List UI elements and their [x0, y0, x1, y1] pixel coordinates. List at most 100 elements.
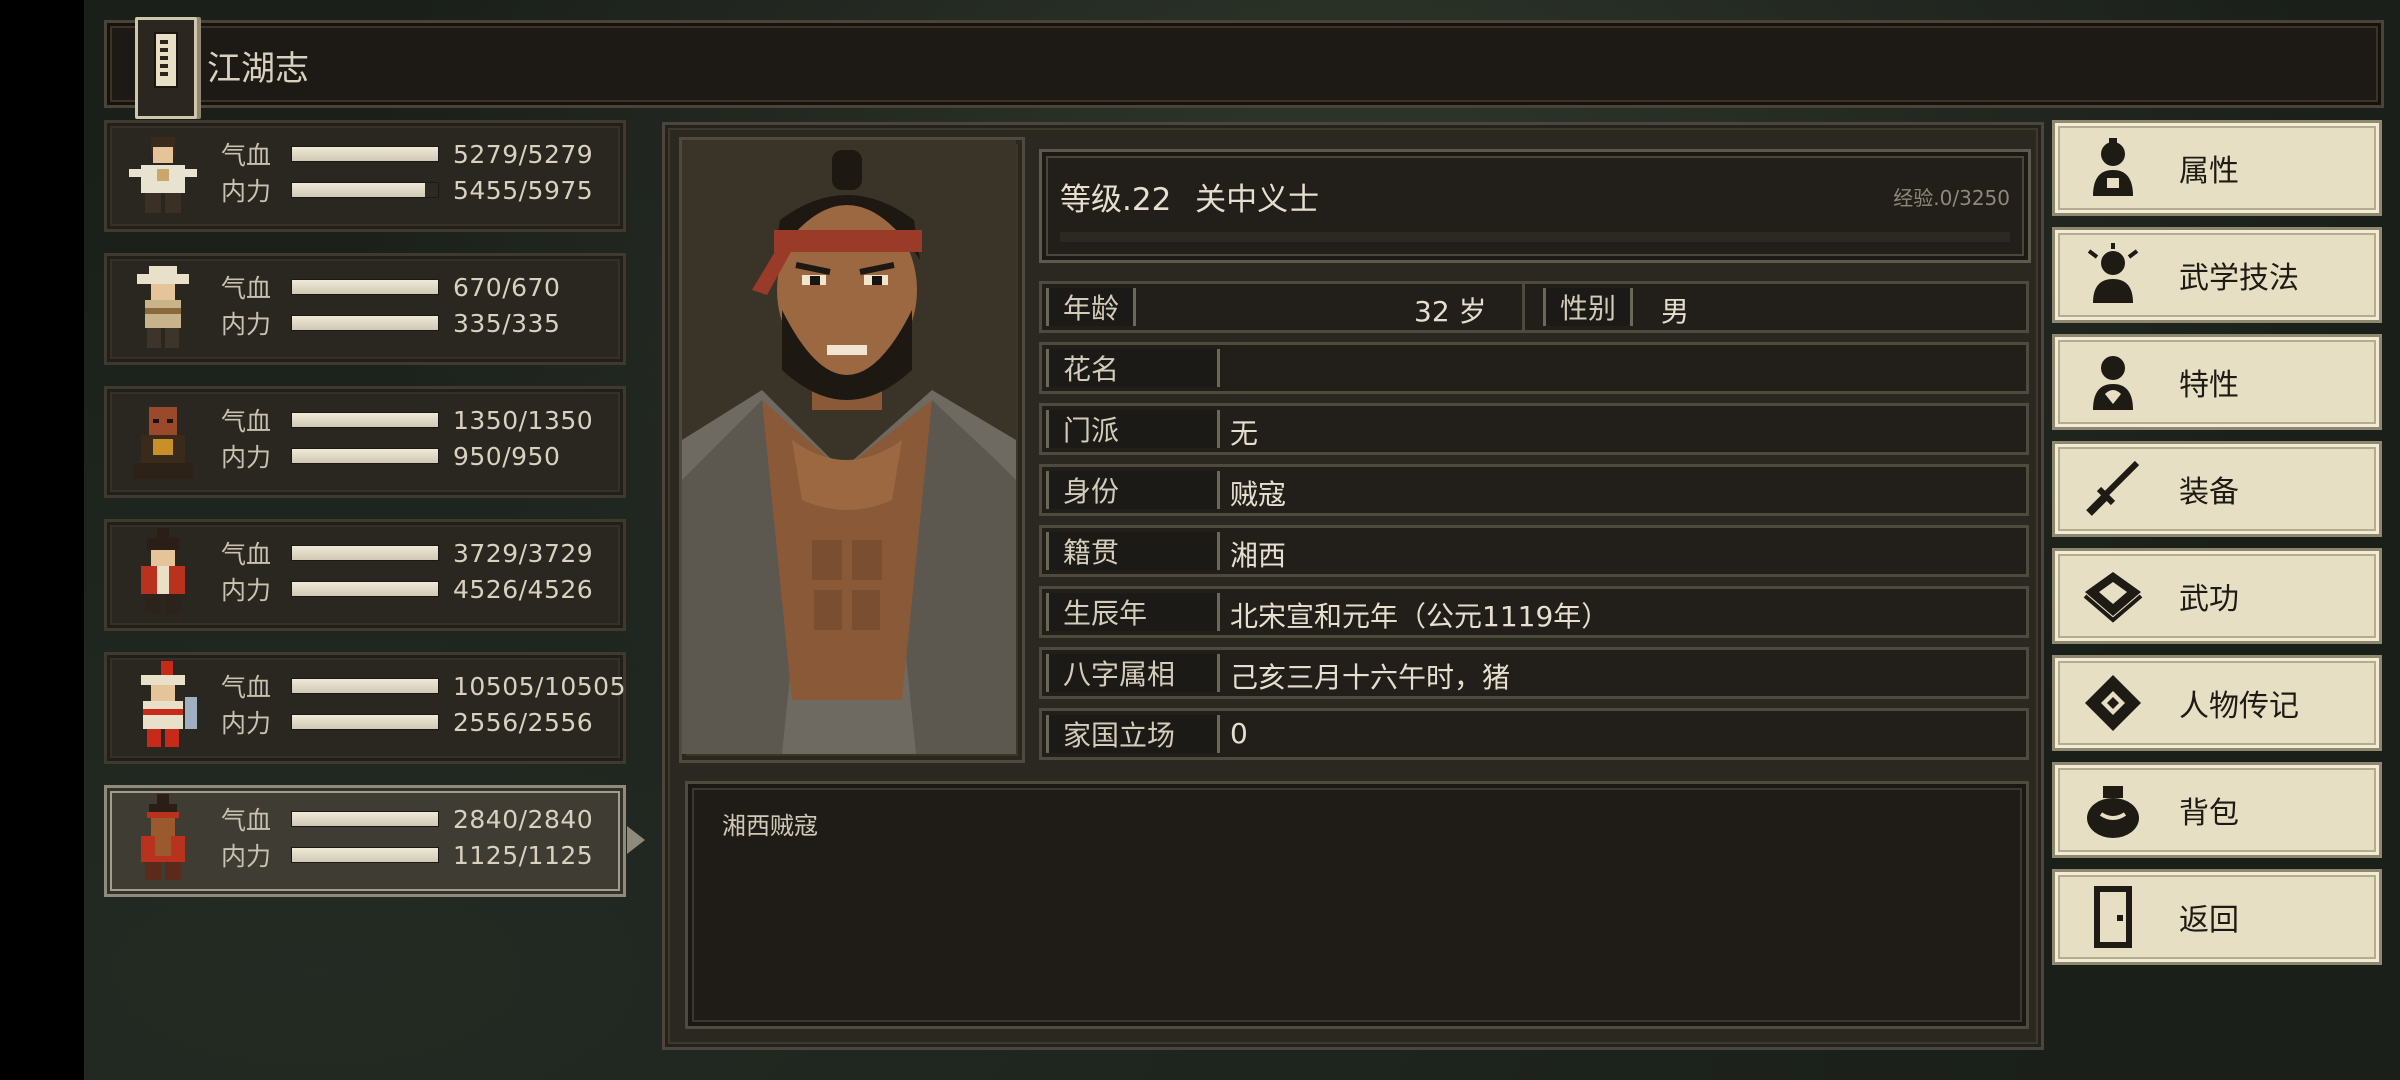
exp-value: 经验.0/3250 [1893, 186, 2010, 210]
level-box: 等级.22 关中义士 经验.0/3250 [1039, 149, 2031, 263]
hp-bar [291, 678, 439, 694]
traits-button[interactable]: 特性 [2052, 334, 2382, 430]
party-member[interactable]: 气血 10505/10505 内力 2556/2556 [104, 652, 626, 764]
party-member-selected[interactable]: 气血 2840/2840 内力 1125/1125 [104, 785, 645, 897]
hp-value: 670/670 [453, 272, 561, 302]
official-sprite [141, 528, 185, 614]
description-text: 湘西贼寇 [722, 812, 818, 840]
mp-value: 5455/5975 [453, 175, 594, 205]
nickname-row: 花名 [1039, 342, 2029, 394]
martial-skills-button[interactable]: 武学技法 [2052, 227, 2382, 323]
party-list: 气血 5279/5279 内力 5455/5975 气血 670/670 内力 [104, 120, 645, 918]
hp-value: 5279/5279 [453, 139, 594, 169]
martial-skills-label: 武学技法 [2179, 261, 2299, 296]
back-label: 返回 [2179, 903, 2239, 938]
bazi-label: 八字属相 [1046, 654, 1220, 692]
identity-value: 贼寇 [1230, 478, 1287, 511]
mp-label: 内力 [221, 842, 272, 871]
attributes-button[interactable]: 属性 [2052, 120, 2382, 216]
biography-scroll-icon [2085, 675, 2141, 731]
exp-bar [1060, 232, 2010, 242]
back-button[interactable]: 返回 [2052, 869, 2382, 965]
hp-value: 1350/1350 [453, 405, 594, 435]
equipment-label: 装备 [2179, 475, 2239, 510]
bag-button[interactable]: 背包 [2052, 762, 2382, 858]
birth-label: 生辰年 [1046, 593, 1220, 631]
mp-value: 335/335 [453, 308, 561, 338]
equipment-button[interactable]: 装备 [2052, 441, 2382, 537]
mp-bar [291, 847, 439, 863]
skills-person-icon [2087, 243, 2139, 303]
hp-bar [291, 811, 439, 827]
book-icon [135, 17, 197, 119]
martial-arts-button[interactable]: 武功 [2052, 548, 2382, 644]
traits-label: 特性 [2179, 368, 2239, 403]
sect-value: 无 [1230, 417, 1259, 450]
martial-book-icon [2083, 572, 2143, 623]
party-member[interactable]: 气血 1350/1350 内力 950/950 [104, 386, 626, 498]
origin-label: 籍贯 [1046, 532, 1220, 570]
age-label: 年龄 [1046, 288, 1137, 326]
hp-value: 2840/2840 [453, 804, 594, 834]
gender-label: 性别 [1543, 288, 1634, 326]
mp-bar [291, 581, 439, 597]
martial-arts-label: 武功 [2179, 582, 2239, 617]
hp-label: 气血 [221, 673, 272, 702]
bandit-sprite [141, 794, 185, 880]
hp-label: 气血 [221, 806, 272, 835]
party-member[interactable]: 气血 3729/3729 内力 4526/4526 [104, 519, 626, 631]
mp-value: 2556/2556 [453, 707, 594, 737]
level-value: 等级.22 [1060, 182, 1172, 218]
character-portrait [679, 137, 1025, 763]
bazi-row: 八字属相 己亥三月十六午时，猪 [1039, 647, 2029, 699]
stance-value: 0 [1230, 717, 1248, 750]
character-panel: 等级.22 关中义士 经验.0/3250 年龄 32 岁 性别 男 花名 门派 … [662, 122, 2044, 1050]
selection-arrow-icon [627, 826, 645, 854]
identity-row: 身份 贼寇 [1039, 464, 2029, 516]
door-icon [2094, 886, 2132, 948]
trait-person-icon [2093, 356, 2133, 410]
red-plume-sprite [141, 661, 197, 747]
mp-label: 内力 [221, 576, 272, 605]
mp-label: 内力 [221, 443, 272, 472]
header-bar: 江湖志 [104, 17, 2384, 119]
stance-row: 家国立场 0 [1039, 708, 2029, 760]
hp-bar [291, 545, 439, 561]
party-member[interactable]: 气血 670/670 内力 335/335 [104, 253, 626, 365]
nickname-label: 花名 [1046, 349, 1220, 387]
mp-label: 内力 [221, 310, 272, 339]
origin-value: 湘西 [1230, 539, 1287, 572]
mp-bar [291, 714, 439, 730]
birth-row: 生辰年 北宋宣和元年（公元1119年） [1039, 586, 2029, 638]
mp-value: 4526/4526 [453, 574, 594, 604]
biography-label: 人物传记 [2179, 689, 2299, 724]
birth-value: 北宋宣和元年（公元1119年） [1230, 600, 1610, 633]
hp-label: 气血 [221, 141, 272, 170]
hp-label: 气血 [221, 407, 272, 436]
mp-bar [291, 315, 439, 331]
bag-label: 背包 [2179, 796, 2239, 831]
mp-label: 内力 [221, 709, 272, 738]
hp-label: 气血 [221, 274, 272, 303]
sword-icon [2086, 460, 2140, 516]
bazi-value: 己亥三月十六午时，猪 [1230, 661, 1511, 694]
identity-label: 身份 [1046, 471, 1220, 509]
age-value: 32 岁 [1414, 295, 1487, 328]
monk-sprite [133, 407, 193, 479]
wuxia-hero-sprite [129, 137, 197, 213]
origin-row: 籍贯 湘西 [1039, 525, 2029, 577]
stance-label: 家国立场 [1046, 715, 1220, 753]
side-menu: 属性 武学技法 特性 装备 武功 人物传记 背包 返回 [2052, 120, 2382, 976]
page-title: 江湖志 [207, 49, 309, 89]
hp-bar [291, 412, 439, 428]
party-member[interactable]: 气血 5279/5279 内力 5455/5975 [104, 120, 626, 232]
biography-button[interactable]: 人物传记 [2052, 655, 2382, 751]
age-gender-row: 年龄 32 岁 性别 男 [1039, 281, 2029, 333]
hp-bar [291, 146, 439, 162]
sect-label: 门派 [1046, 410, 1220, 448]
sect-row: 门派 无 [1039, 403, 2029, 455]
hp-value: 3729/3729 [453, 538, 594, 568]
mp-label: 内力 [221, 177, 272, 206]
hp-value: 10505/10505 [453, 671, 626, 701]
title-value: 关中义士 [1195, 182, 1320, 218]
